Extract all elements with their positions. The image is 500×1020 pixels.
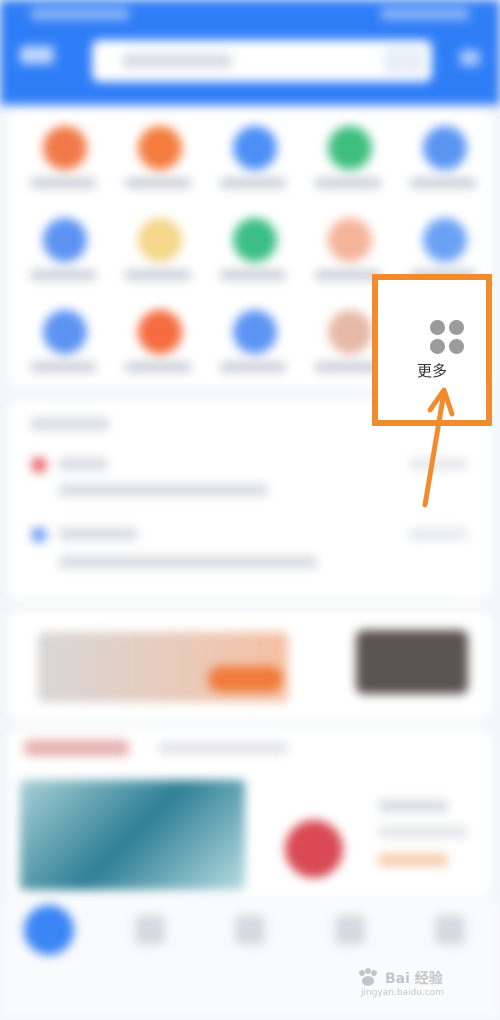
more-button-label: 更多 xyxy=(416,362,447,380)
app-tile[interactable] xyxy=(113,108,203,188)
news-line[interactable] xyxy=(58,484,268,496)
app-tile[interactable] xyxy=(398,108,488,188)
tab-item[interactable] xyxy=(335,915,365,945)
paw-icon xyxy=(359,968,377,986)
banner-card[interactable] xyxy=(8,610,492,720)
tab-home[interactable] xyxy=(24,905,74,955)
app-tile[interactable] xyxy=(208,108,298,188)
search-input[interactable] xyxy=(92,40,432,82)
annotation-arrow-icon xyxy=(422,387,455,508)
menu-icon[interactable] xyxy=(460,50,480,66)
blurred-background xyxy=(0,0,500,1020)
status-bar-left xyxy=(30,8,130,20)
app-tile[interactable] xyxy=(18,200,108,280)
section-title xyxy=(30,418,110,430)
search-button[interactable] xyxy=(384,48,424,74)
app-tile[interactable] xyxy=(303,200,393,280)
app-tile[interactable] xyxy=(18,292,108,372)
tab-item[interactable] xyxy=(135,915,165,945)
watermark-url: jingyan.baidu.com xyxy=(361,988,445,998)
app-tile[interactable] xyxy=(18,108,108,188)
feed-image[interactable] xyxy=(20,780,245,890)
status-bar-right xyxy=(380,8,470,20)
search-placeholder xyxy=(122,54,232,68)
app-tile[interactable] xyxy=(208,200,298,280)
app-tile[interactable] xyxy=(208,292,298,372)
news-dot xyxy=(32,458,46,472)
grid-icon xyxy=(430,320,466,356)
tab-item[interactable] xyxy=(235,915,265,945)
news-line[interactable] xyxy=(58,556,318,568)
location-button[interactable] xyxy=(20,46,54,64)
app-tile[interactable] xyxy=(303,108,393,188)
feed-avatar xyxy=(285,820,343,878)
news-dot xyxy=(32,528,46,542)
app-tile[interactable] xyxy=(398,200,488,280)
top-bar xyxy=(0,0,500,105)
watermark: Bai 经验 jingyan.baidu.com xyxy=(357,968,472,1002)
tab-item[interactable] xyxy=(435,915,465,945)
watermark-text: Bai 经验 xyxy=(385,971,443,987)
app-tile[interactable] xyxy=(113,200,203,280)
app-tile[interactable] xyxy=(113,292,203,372)
